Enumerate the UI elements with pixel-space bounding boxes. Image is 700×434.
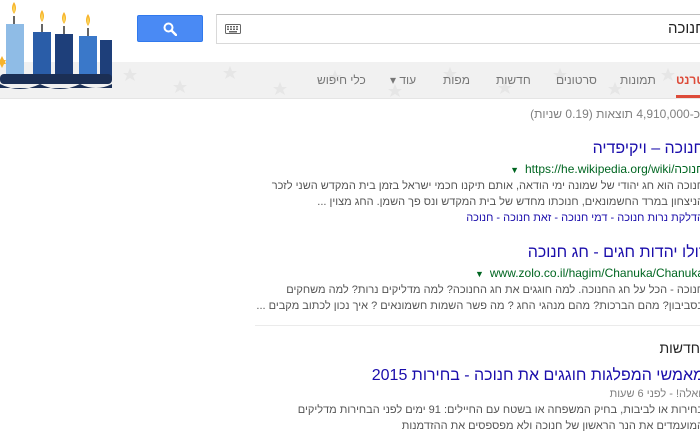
tab-more[interactable]: עוד ▾	[390, 62, 416, 98]
search-query-text: חנוכה	[668, 20, 700, 37]
search-icon	[163, 22, 177, 36]
result-title-link[interactable]: חנוכה – ויקיפדיה	[244, 139, 700, 159]
result-snippet: הניצחון במרד החשמונאים, חנוכתו מחדש של ב…	[317, 196, 700, 208]
tab-search-tools[interactable]: כלי חיפוש	[317, 62, 366, 98]
result-stats: כ-4,910,000 תוצאות (0.19 שניות)	[530, 107, 700, 121]
news-item: מאמשי המפלגות חוגגים את חנוכה - בחירות 2…	[244, 366, 700, 434]
result-title-link[interactable]: זולו יהדות חגים - חג חנוכה	[244, 243, 700, 263]
search-button[interactable]	[137, 15, 203, 42]
tab-images[interactable]: תמונות	[620, 62, 656, 98]
news-section-heading: חדשות	[659, 340, 700, 356]
keyboard-icon[interactable]	[225, 24, 241, 34]
news-source-date: וואלה! - לפני 6 שעות	[609, 388, 700, 400]
news-title-link[interactable]: מאמשי המפלגות חוגגים את חנוכה - בחירות 2…	[244, 366, 700, 386]
result-snippet: חנוכה הוא חג יהודי של שמונה ימי הודאה, א…	[271, 180, 700, 192]
result-item: זולו יהדות חגים - חג חנוכה ▼ www.zolo.co.…	[244, 243, 700, 314]
news-snippet: בחירות או לביבות, בחיק המשפחה או בשטח עם…	[297, 404, 700, 416]
dropdown-caret-icon[interactable]: ▼	[475, 269, 484, 279]
dropdown-caret-icon[interactable]: ▼	[510, 165, 519, 175]
divider	[255, 325, 700, 326]
result-snippet: חנוכה - הכל על חג החנוכה. למה חוגגים את …	[286, 284, 700, 296]
tab-maps[interactable]: מפות	[443, 62, 470, 98]
news-snippet: המועמדים את הנר הראשון של חנוכה ולא מפספ…	[401, 420, 700, 432]
result-snippet: בסביבון? מהם הברכות? מהם מנהגי החג ? מה …	[256, 300, 700, 312]
tab-web[interactable]: אינטרנט	[676, 62, 700, 98]
result-url: ▼ https://he.wikipedia.org/wiki/חנוכה	[244, 161, 700, 178]
result-sitelinks[interactable]: הדלקת נרות חנוכה - דמי חנוכה - זאת חנוכה…	[244, 210, 700, 226]
result-url-text: www.zolo.co.il/hagim/Chanuka/Chanuka	[489, 266, 700, 280]
result-item: חנוכה – ויקיפדיה ▼ https://he.wikipedia.o…	[244, 139, 700, 226]
result-url-text: https://he.wikipedia.org/wiki/חנוכה	[525, 162, 700, 176]
tab-videos[interactable]: סרטונים	[556, 62, 597, 98]
search-input[interactable]: חנוכה	[216, 14, 700, 44]
hanukkah-menorah-doodle[interactable]	[0, 0, 112, 96]
tab-news[interactable]: חדשות	[496, 62, 531, 98]
result-url: ▼ www.zolo.co.il/hagim/Chanuka/Chanuka	[244, 265, 700, 282]
